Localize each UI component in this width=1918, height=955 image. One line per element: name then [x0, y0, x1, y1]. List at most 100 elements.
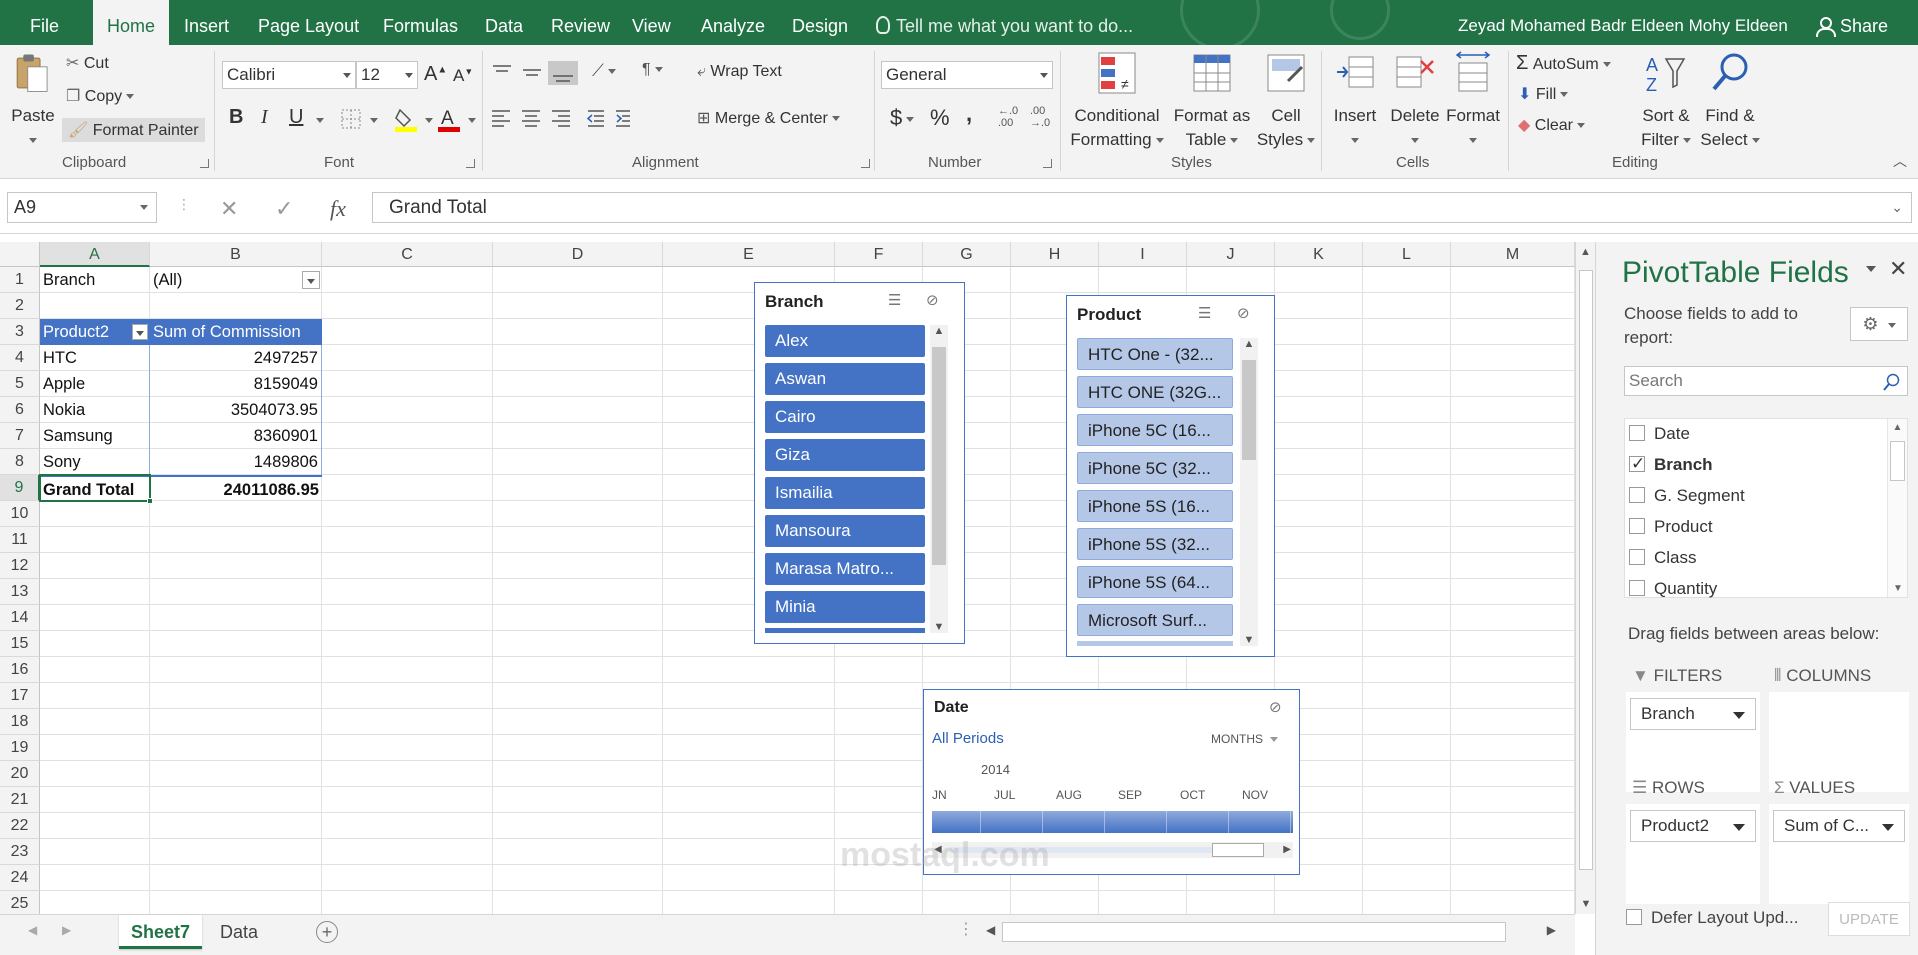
font-name-combo[interactable]: Calibri — [222, 61, 356, 89]
pivot-row-label[interactable]: Sony — [40, 449, 150, 475]
timeline-month-label[interactable]: JN — [932, 788, 947, 802]
slicer-item[interactable]: HTC ONE (32G... — [1077, 376, 1233, 408]
clear-filter-icon[interactable]: ⊘ — [1269, 698, 1282, 716]
row-header[interactable]: 14 — [0, 605, 40, 631]
row-filter-dropdown-icon[interactable] — [132, 324, 148, 340]
number-format-combo[interactable]: General — [881, 61, 1053, 89]
field-checkbox[interactable] — [1629, 580, 1645, 596]
vertical-align-icons[interactable] — [490, 61, 600, 85]
field-checkbox[interactable] — [1629, 451, 1645, 477]
field-item[interactable]: Product — [1629, 514, 1713, 540]
clipboard-launcher-icon[interactable] — [200, 159, 209, 168]
tab-file[interactable]: File — [30, 0, 59, 45]
slicer-item[interactable]: Aswan — [765, 363, 925, 395]
column-header[interactable]: J — [1187, 242, 1275, 267]
row-header[interactable]: 18 — [0, 709, 40, 735]
scroll-thumb[interactable] — [1890, 441, 1905, 481]
underline-button[interactable]: U — [289, 106, 303, 129]
clear-filter-icon[interactable]: ⊘ — [926, 291, 939, 309]
slicer-item[interactable]: iPhone 5S (16... — [1077, 490, 1233, 522]
product-slicer[interactable]: Product ☰ ⊘ HTC One - (32... HTC ONE (32G… — [1066, 295, 1275, 657]
pivot-row-label[interactable]: Nokia — [40, 397, 150, 423]
pivot-total-value[interactable]: 24011086.95 — [150, 475, 322, 501]
column-header[interactable]: F — [835, 242, 923, 267]
column-header[interactable]: L — [1363, 242, 1451, 267]
slicer-item[interactable]: iPhone 5S (32... — [1077, 528, 1233, 560]
row-header[interactable]: 12 — [0, 553, 40, 579]
field-search-input[interactable]: Search — [1624, 366, 1908, 396]
field-item[interactable]: G. Segment — [1629, 483, 1745, 509]
close-pane-icon[interactable]: ✕ — [1889, 256, 1907, 282]
defer-checkbox[interactable] — [1626, 909, 1642, 925]
row-header[interactable]: 22 — [0, 813, 40, 839]
tab-review[interactable]: Review — [551, 0, 610, 45]
row-header[interactable]: 10 — [0, 501, 40, 527]
find-select-button[interactable]: Find & Select — [1698, 51, 1762, 152]
borders-caret-icon[interactable] — [370, 118, 378, 123]
rows-area[interactable]: Product2 — [1626, 804, 1760, 904]
row-header[interactable]: 2 — [0, 293, 40, 319]
pivot-row-header[interactable]: Product2 — [40, 319, 150, 345]
scroll-right-icon[interactable]: ▶ — [1283, 844, 1291, 855]
field-item[interactable]: Quantity — [1629, 576, 1717, 602]
filters-area-item[interactable]: Branch — [1630, 698, 1756, 730]
row-header[interactable]: 13 — [0, 579, 40, 605]
scroll-down-icon[interactable]: ▼ — [1888, 583, 1908, 594]
slicer-item[interactable]: iPhone 5S (64... — [1077, 566, 1233, 598]
shrink-font-button[interactable]: A▼ — [453, 66, 473, 86]
decrease-decimal-button[interactable]: .00 →.0 — [1030, 105, 1050, 129]
tab-data[interactable]: Data — [485, 0, 523, 45]
pivot-row-label[interactable]: Samsung — [40, 423, 150, 449]
underline-caret-icon[interactable] — [316, 118, 324, 123]
row-header[interactable]: 16 — [0, 657, 40, 683]
slicer-item[interactable]: Alex — [765, 325, 925, 357]
number-launcher-icon[interactable] — [1043, 159, 1052, 168]
slicer-item[interactable]: iPhone 5C (16... — [1077, 414, 1233, 446]
share-button[interactable]: Share — [1816, 0, 1888, 45]
borders-icon[interactable] — [340, 108, 364, 130]
multi-select-icon[interactable]: ☰ — [1198, 304, 1211, 322]
update-button[interactable]: UPDATE — [1828, 902, 1910, 936]
pivot-filter-label[interactable]: Branch — [40, 267, 150, 293]
expand-formula-icon[interactable]: ⌄ — [1891, 193, 1903, 222]
scroll-down-icon[interactable]: ▼ — [1240, 634, 1258, 646]
fill-handle[interactable] — [147, 498, 153, 504]
fill-color-icon[interactable] — [394, 106, 420, 132]
copy-button[interactable]: ❐ Copy — [66, 86, 135, 106]
slicer-item[interactable]: Giza — [765, 439, 925, 471]
timeline-bar[interactable] — [932, 811, 1293, 833]
field-checkbox[interactable] — [1629, 549, 1645, 565]
row-header[interactable]: 6 — [0, 397, 40, 423]
pivot-row-value[interactable]: 3504073.95 — [150, 397, 322, 423]
branch-slicer-scrollbar[interactable]: ▲ ▼ — [930, 325, 948, 633]
name-box[interactable]: A9 — [7, 192, 157, 223]
formula-input[interactable]: Grand Total ⌄ — [372, 192, 1912, 223]
vertical-scrollbar[interactable]: ▲ ▼ — [1575, 242, 1595, 914]
worksheet-grid[interactable]: ABCDEFGHIJKLM 1 2 3 4 5 6 7 8 9 10 11 12 13 14 15 16 17 1… — [0, 242, 1575, 914]
field-item[interactable]: Class — [1629, 545, 1697, 571]
pivot-value-header[interactable]: Sum of Commission — [150, 319, 322, 345]
row-header[interactable]: 25 — [0, 891, 40, 914]
timeline-month-label[interactable]: NOV — [1242, 788, 1268, 802]
columns-area[interactable] — [1769, 692, 1909, 792]
row-header[interactable]: 3 — [0, 319, 40, 345]
pivot-row-value[interactable]: 8360901 — [150, 423, 322, 449]
cell-styles-button[interactable]: Cell Styles — [1256, 51, 1316, 152]
column-header[interactable]: D — [493, 242, 663, 267]
clear-button[interactable]: ◆ Clear — [1518, 115, 1585, 135]
insert-function-button[interactable]: fx — [330, 196, 346, 222]
delete-cells-button[interactable]: Delete — [1386, 51, 1444, 152]
sheet-tab-sheet7[interactable]: Sheet7 — [119, 915, 203, 949]
tab-formulas[interactable]: Formulas — [383, 0, 458, 45]
field-checkbox[interactable] — [1629, 487, 1645, 503]
multi-select-icon[interactable]: ☰ — [888, 291, 901, 309]
split-handle-icon[interactable]: ⋮ — [958, 919, 974, 939]
pivot-row-value[interactable]: 8159049 — [150, 371, 322, 397]
row-header[interactable]: 7 — [0, 423, 40, 449]
timeline-month-label[interactable]: OCT — [1180, 788, 1205, 802]
paste-button[interactable]: Paste — [8, 51, 58, 152]
merge-center-button[interactable]: ⊞ Merge & Center — [697, 108, 840, 128]
tab-analyze[interactable]: Analyze — [701, 0, 765, 45]
column-header[interactable]: G — [923, 242, 1011, 267]
pane-options-caret-icon[interactable] — [1866, 266, 1876, 272]
